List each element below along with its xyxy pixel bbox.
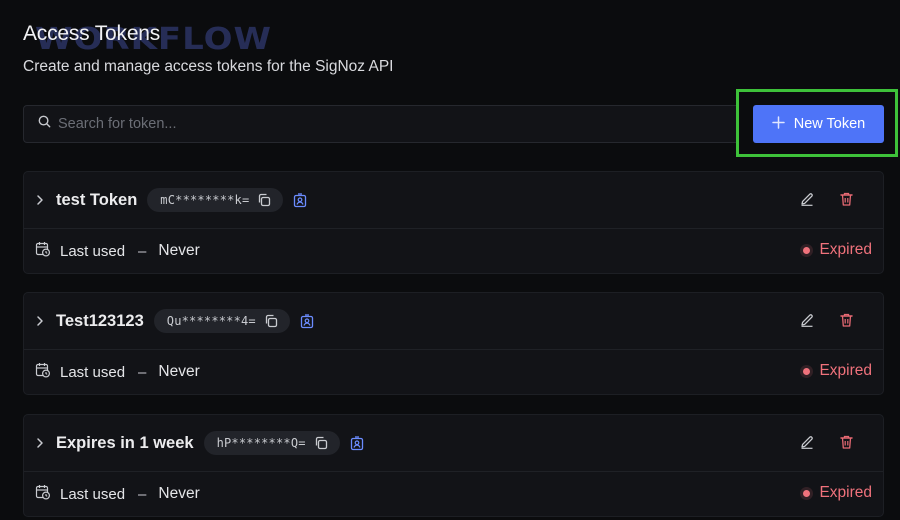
- user-badge-icon: [300, 313, 314, 329]
- new-token-button[interactable]: New Token: [753, 105, 884, 143]
- page-header: WORKFLOW Access Tokens Create and manage…: [23, 22, 394, 76]
- user-badge-icon: [293, 192, 307, 208]
- token-card-header[interactable]: Expires in 1 week hP********Q=: [24, 415, 883, 472]
- chevron-right-icon[interactable]: [35, 315, 49, 327]
- search-icon: [38, 115, 51, 133]
- token-name: Expires in 1 week: [56, 433, 194, 452]
- search-box[interactable]: [23, 105, 737, 143]
- plus-icon: [772, 115, 785, 133]
- access-tokens-page: WORKFLOW Access Tokens Create and manage…: [0, 0, 900, 520]
- chevron-right-icon[interactable]: [35, 194, 49, 206]
- trash-icon[interactable]: [839, 312, 854, 328]
- last-used-value: Never: [158, 363, 200, 380]
- token-card-details: Last used – Never Expired: [24, 229, 883, 273]
- last-used-value: Never: [158, 242, 200, 259]
- last-used-label: Last used: [60, 363, 126, 381]
- token-card: Expires in 1 week hP********Q= Last used…: [23, 414, 884, 517]
- status-dot: [803, 489, 811, 497]
- token-card-header[interactable]: test Token mC********k=: [24, 172, 883, 229]
- token-value-pill: hP********Q=: [203, 431, 340, 455]
- token-card: test Token mC********k= Last used – Neve…: [23, 171, 884, 274]
- copy-icon[interactable]: [314, 436, 328, 450]
- token-card: Test123123 Qu********4= Last used – Neve…: [23, 292, 884, 395]
- status-dot: [803, 367, 811, 375]
- token-actions: [799, 434, 854, 450]
- status-badge: Expired: [803, 241, 872, 259]
- trash-icon[interactable]: [839, 191, 854, 207]
- search-input[interactable]: [58, 116, 658, 132]
- calendar-clock-icon: [35, 362, 51, 383]
- status-text: Expired: [819, 241, 872, 258]
- copy-icon[interactable]: [257, 193, 271, 207]
- token-card-details: Last used – Never Expired: [24, 350, 883, 394]
- status-badge: Expired: [803, 362, 872, 380]
- last-used-label: Last used: [60, 485, 126, 503]
- user-badge-icon: [350, 435, 364, 451]
- token-actions: [799, 191, 854, 207]
- status-dot: [803, 246, 811, 254]
- token-actions: [799, 312, 854, 328]
- token-value-pill: Qu********4=: [153, 309, 290, 333]
- edit-icon[interactable]: [799, 434, 815, 450]
- new-token-label: New Token: [793, 116, 866, 132]
- token-name: Test123123: [56, 311, 144, 330]
- calendar-clock-icon: [35, 241, 51, 262]
- token-name: test Token: [56, 190, 138, 209]
- status-badge: Expired: [803, 484, 872, 502]
- calendar-clock-icon: [35, 484, 51, 505]
- token-card-details: Last used – Never Expired: [24, 472, 883, 516]
- chevron-right-icon[interactable]: [35, 437, 49, 449]
- last-used-value: Never: [158, 485, 200, 502]
- copy-icon[interactable]: [264, 314, 278, 328]
- token-value-pill: mC********k=: [147, 188, 284, 212]
- edit-icon[interactable]: [799, 191, 815, 207]
- title-wrap: WORKFLOW Access Tokens: [23, 22, 394, 54]
- edit-icon[interactable]: [799, 312, 815, 328]
- token-card-header[interactable]: Test123123 Qu********4=: [24, 293, 883, 350]
- trash-icon[interactable]: [839, 434, 854, 450]
- token-masked-value: Qu********4=: [166, 314, 256, 328]
- page-subtitle: Create and manage access tokens for the …: [23, 58, 394, 75]
- status-text: Expired: [819, 484, 872, 501]
- page-title: Access Tokens: [23, 22, 161, 45]
- status-text: Expired: [819, 362, 872, 379]
- last-used-label: Last used: [60, 242, 126, 260]
- separator-dash: –: [138, 242, 147, 260]
- token-masked-value: mC********k=: [160, 193, 250, 207]
- separator-dash: –: [138, 485, 147, 503]
- token-masked-value: hP********Q=: [216, 436, 306, 450]
- separator-dash: –: [138, 363, 147, 381]
